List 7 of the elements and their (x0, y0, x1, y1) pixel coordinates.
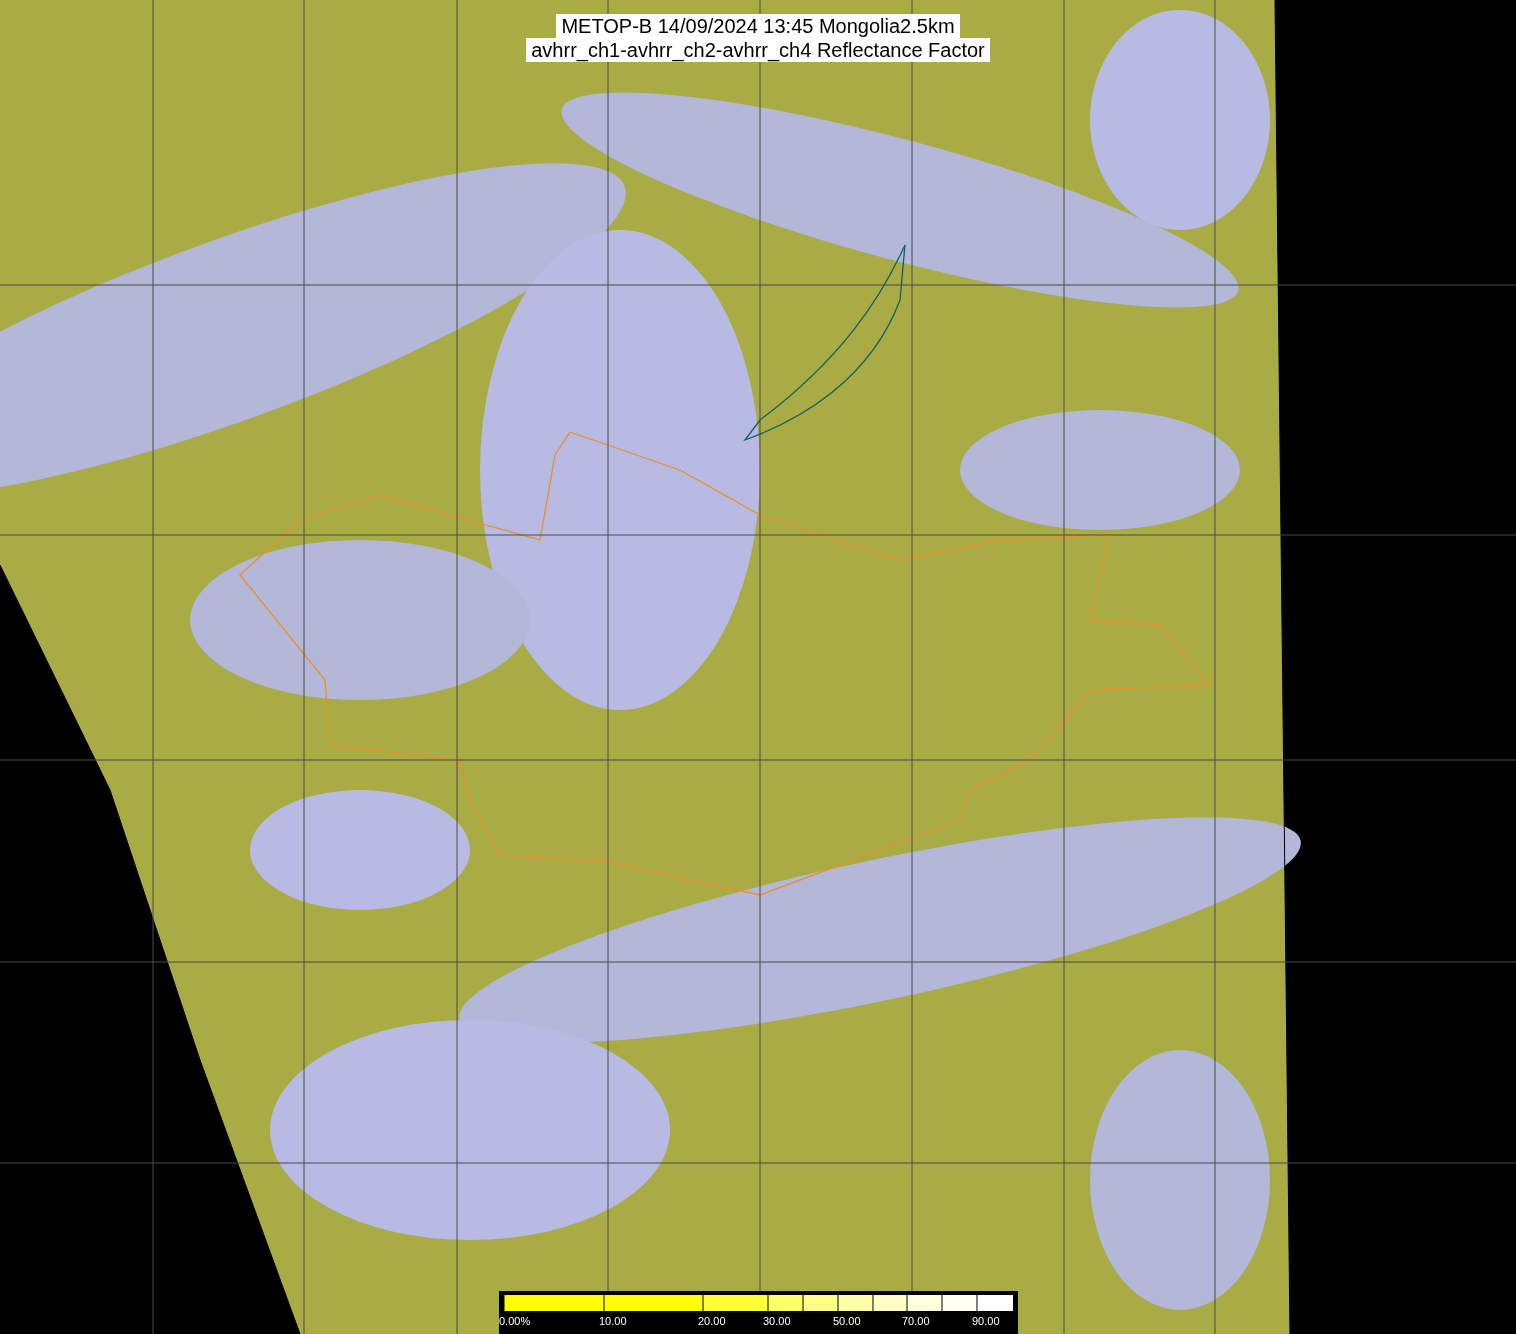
scale-label: 10.00 (599, 1315, 627, 1327)
scale-label: 20.00 (698, 1315, 726, 1327)
scale-label: 90.00 (972, 1315, 1000, 1327)
scale-label: 0.00% (499, 1315, 531, 1327)
scale-label: 50.00 (833, 1315, 861, 1327)
scale-label: 70.00 (902, 1315, 930, 1327)
scale-label: 30.00 (763, 1315, 791, 1327)
